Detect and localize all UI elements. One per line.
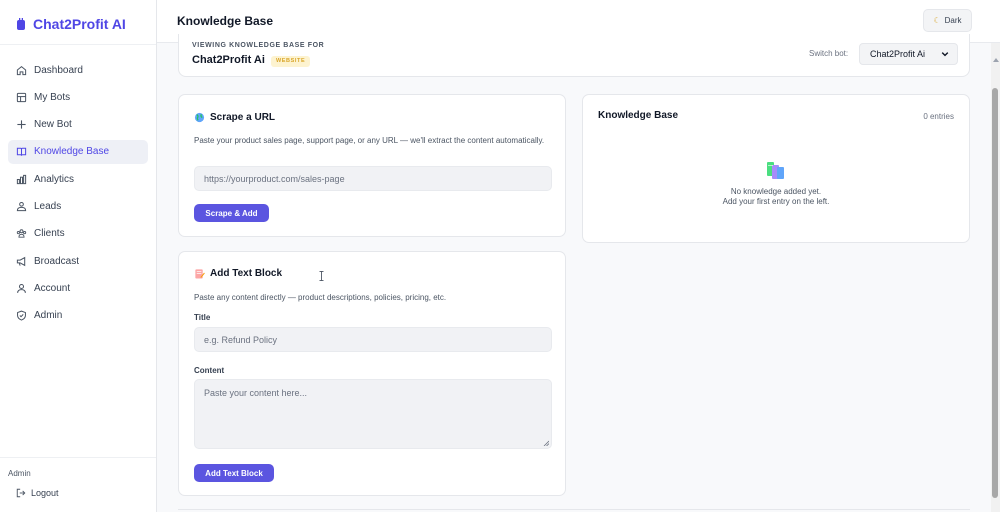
user-role: Admin bbox=[8, 469, 31, 478]
sidebar-item-label: My Bots bbox=[34, 91, 71, 103]
sidebar-item-label: Leads bbox=[34, 200, 62, 212]
home-icon bbox=[16, 65, 27, 76]
bot-select[interactable]: Chat2Profit Ai bbox=[859, 43, 958, 65]
sidebar-item-admin[interactable]: Admin bbox=[8, 304, 148, 328]
memo-icon bbox=[195, 269, 205, 279]
scrape-card-title: Scrape a URL bbox=[194, 112, 275, 123]
bot-name: Chat2Profit Ai bbox=[192, 54, 265, 66]
grid-icon bbox=[16, 92, 27, 103]
scroll-up-icon[interactable] bbox=[993, 58, 999, 62]
content-textarea[interactable]: Paste your content here... bbox=[194, 379, 552, 449]
sidebar-item-new-bot[interactable]: New Bot bbox=[8, 113, 148, 137]
globe-icon bbox=[194, 112, 205, 123]
bar-chart-icon bbox=[16, 174, 27, 185]
add-text-block-button[interactable]: Add Text Block bbox=[194, 464, 274, 482]
kb-title: Knowledge Base bbox=[598, 110, 679, 121]
text-block-card-title: Add Text Block bbox=[194, 268, 282, 279]
sidebar-item-dashboard[interactable]: Dashboard bbox=[8, 58, 148, 82]
logout-icon bbox=[16, 488, 26, 498]
kb-empty-hint: Add your first entry on the left. bbox=[722, 197, 830, 206]
url-input[interactable]: https://yourproduct.com/sales-page bbox=[194, 166, 552, 191]
sidebar-item-label: Analytics bbox=[34, 173, 75, 185]
chevron-down-icon bbox=[941, 52, 949, 57]
megaphone-icon bbox=[16, 256, 27, 267]
title-input[interactable]: e.g. Refund Policy bbox=[194, 327, 552, 352]
text-block-card: Add Text Block Paste any content directl… bbox=[178, 251, 566, 496]
users-icon bbox=[16, 201, 27, 212]
scrollbar-thumb[interactable] bbox=[992, 88, 998, 498]
knowledge-base-card: Knowledge Base 0 entries No knowledge ad… bbox=[582, 94, 970, 243]
bot-context-header: VIEWING KNOWLEDGE BASE FOR Chat2Profit A… bbox=[178, 34, 970, 77]
sidebar-item-analytics[interactable]: Analytics bbox=[8, 167, 148, 191]
viewing-label: VIEWING KNOWLEDGE BASE FOR bbox=[192, 42, 325, 49]
divider bbox=[0, 457, 156, 458]
sidebar-item-my-bots[interactable]: My Bots bbox=[8, 85, 148, 109]
logout-button[interactable]: Logout bbox=[16, 488, 59, 498]
resize-handle-icon[interactable] bbox=[543, 440, 549, 446]
sidebar-item-label: Admin bbox=[34, 310, 63, 322]
sidebar-item-account[interactable]: Account bbox=[8, 276, 148, 300]
shield-icon bbox=[16, 310, 27, 321]
text-cursor-icon bbox=[319, 271, 324, 281]
page-title: Knowledge Base bbox=[177, 14, 274, 28]
switch-bot-label: Switch bot: bbox=[809, 49, 849, 58]
content-textarea-placeholder: Paste your content here... bbox=[204, 388, 308, 398]
text-block-description: Paste any content directly — product des… bbox=[194, 293, 447, 302]
title-input-placeholder: e.g. Refund Policy bbox=[204, 334, 278, 345]
sidebar-item-label: Broadcast bbox=[34, 255, 80, 267]
sidebar-item-label: Knowledge Base bbox=[34, 146, 110, 158]
brand[interactable]: Chat2Profit AI bbox=[15, 14, 126, 34]
theme-toggle-button[interactable]: ☾ Dark bbox=[923, 9, 972, 32]
scrape-add-button[interactable]: Scrape & Add bbox=[194, 204, 269, 222]
sidebar-item-label: Account bbox=[34, 282, 71, 294]
kb-entry-count: 0 entries bbox=[923, 112, 954, 121]
kb-empty-message: No knowledge added yet. bbox=[730, 187, 822, 196]
divider bbox=[0, 44, 156, 45]
book-icon bbox=[16, 146, 27, 157]
scrape-url-card: Scrape a URL Paste your product sales pa… bbox=[178, 94, 566, 237]
scrape-description: Paste your product sales page, support p… bbox=[194, 136, 545, 145]
sidebar-item-label: Dashboard bbox=[34, 64, 83, 76]
url-input-placeholder: https://yourproduct.com/sales-page bbox=[204, 173, 345, 184]
user-icon bbox=[16, 283, 27, 294]
group-icon bbox=[16, 228, 27, 239]
sidebar-item-knowledge-base[interactable]: Knowledge Base bbox=[8, 139, 148, 164]
sidebar-item-leads[interactable]: Leads bbox=[8, 194, 148, 218]
content-field-label: Content bbox=[194, 366, 225, 375]
theme-toggle-label: Dark bbox=[944, 16, 962, 25]
sidebar-item-clients[interactable]: Clients bbox=[8, 222, 148, 246]
sidebar-nav: Dashboard My Bots New Bot Knowledge Base… bbox=[8, 58, 148, 331]
moon-icon: ☾ bbox=[933, 16, 941, 25]
brand-name: Chat2Profit AI bbox=[33, 16, 126, 32]
scrape-title-text: Scrape a URL bbox=[210, 112, 276, 123]
title-field-label: Title bbox=[194, 313, 211, 322]
bot-select-value: Chat2Profit Ai bbox=[870, 49, 926, 59]
sidebar: Chat2Profit AI Dashboard My Bots New Bot bbox=[0, 0, 157, 512]
books-icon bbox=[767, 162, 784, 179]
plus-icon bbox=[16, 119, 27, 130]
logout-label: Logout bbox=[31, 488, 59, 498]
sidebar-item-label: Clients bbox=[34, 228, 65, 240]
text-block-title-text: Add Text Block bbox=[210, 268, 283, 279]
logo-icon bbox=[17, 17, 25, 30]
sidebar-item-label: New Bot bbox=[34, 119, 72, 131]
bot-type-badge: WEBSITE bbox=[271, 56, 311, 67]
sidebar-item-broadcast[interactable]: Broadcast bbox=[8, 249, 148, 273]
